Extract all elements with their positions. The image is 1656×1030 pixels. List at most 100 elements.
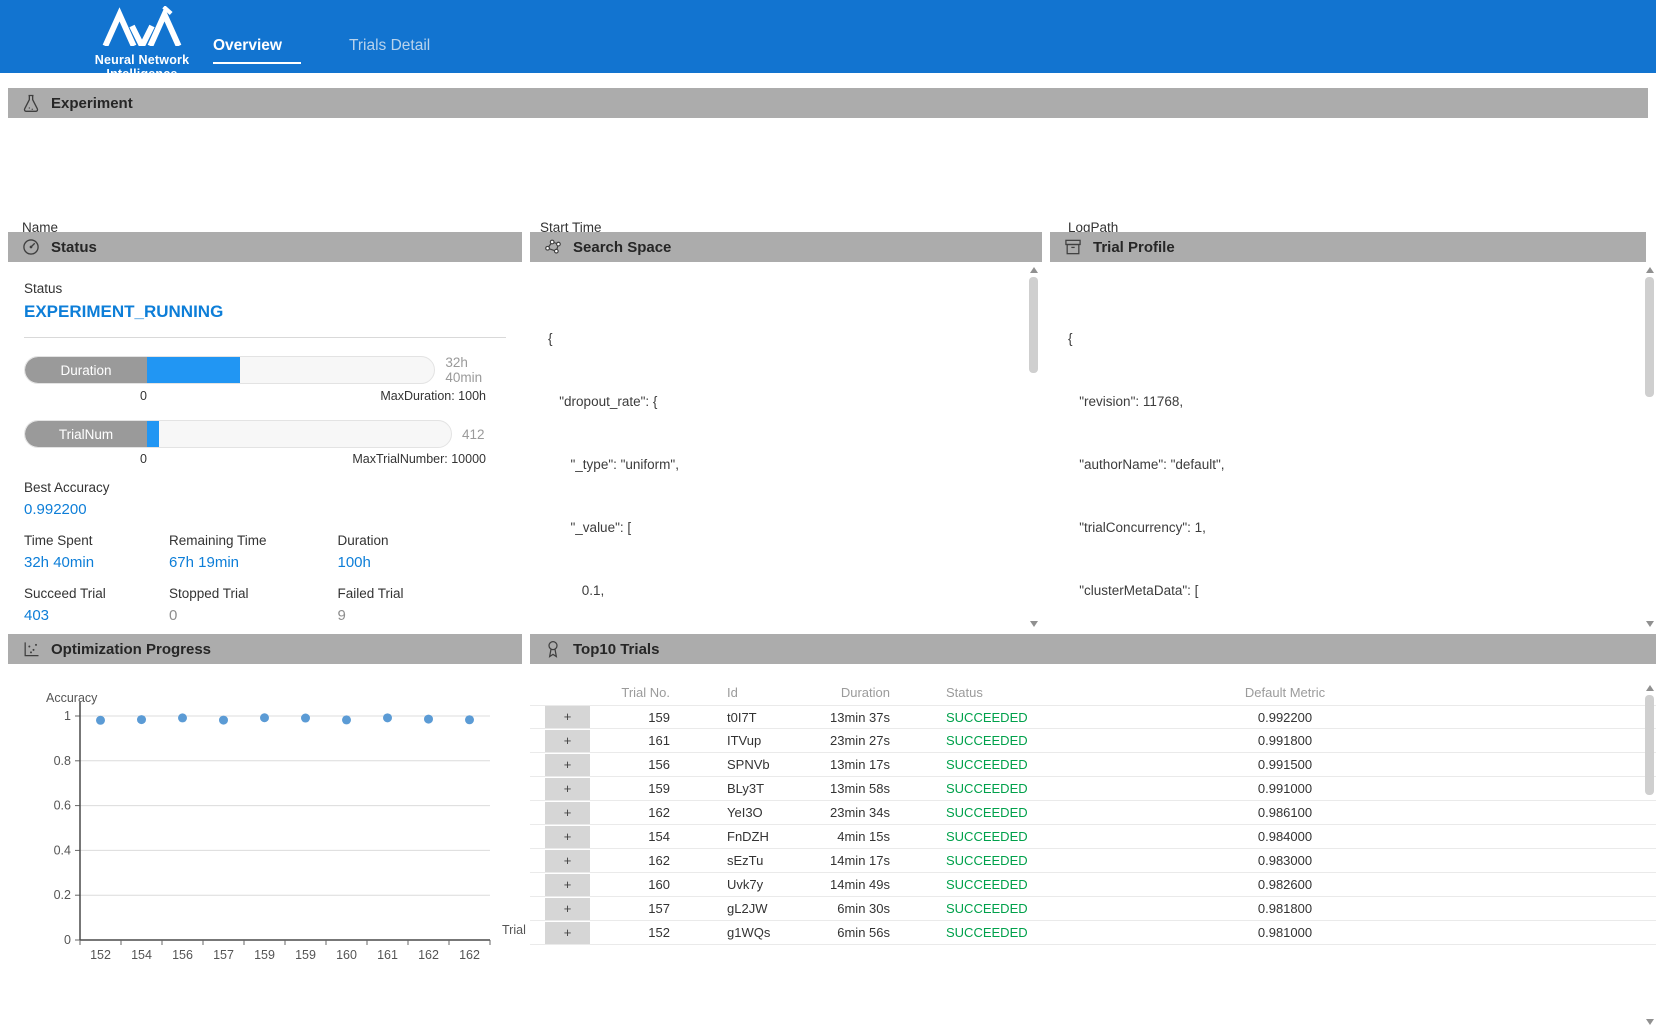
scroll-down-arrow-icon[interactable] (1646, 621, 1654, 627)
expand-row-button[interactable]: + (545, 898, 590, 920)
top10-trials-title: Top10 Trials (573, 641, 659, 658)
trial-id-cell: t0I7T (670, 710, 810, 725)
best-accuracy-label: Best Accuracy (24, 480, 506, 495)
trial-no-cell: 159 (590, 781, 670, 796)
scatter-chart-icon (21, 639, 41, 659)
best-accuracy-value: 0.992200 (24, 501, 506, 518)
medal-icon (543, 639, 563, 659)
status-cell: SUCCEEDED (890, 829, 1060, 844)
svg-text:Accuracy: Accuracy (46, 691, 98, 705)
optimization-scatter-chart: Accuracy00.20.40.60.81152154156157159159… (38, 688, 538, 988)
scale-min: 0 (140, 389, 147, 403)
stat-value: 67h 19min (169, 554, 338, 571)
trial-profile-title: Trial Profile (1093, 239, 1175, 256)
page-scrollbar-middle[interactable] (1644, 264, 1656, 630)
col-header-trial-no: Trial No. (590, 685, 670, 700)
scroll-up-arrow-icon[interactable] (1646, 685, 1654, 691)
status-title: Status (51, 239, 97, 256)
top10-trials-panel: Top10 Trials Trial No. Id Duration Statu… (530, 634, 1656, 1026)
expand-row-button[interactable]: + (545, 778, 590, 800)
metric-cell: 0.984000 (1060, 829, 1510, 844)
metric-cell: 0.981000 (1060, 925, 1510, 940)
duration-cell: 13min 58s (810, 781, 890, 796)
experiment-header: Experiment (8, 88, 1648, 118)
nni-logo-icon (82, 6, 202, 46)
duration-cell: 4min 15s (810, 829, 890, 844)
svg-text:Trial: Trial (502, 923, 526, 937)
scroll-down-arrow-icon[interactable] (1030, 621, 1038, 627)
scrollbar-thumb[interactable] (1645, 695, 1654, 795)
status-panel: Status Status EXPERIMENT_RUNNING Duratio… (8, 232, 522, 632)
duration-cell: 13min 17s (810, 757, 890, 772)
stat-value: 100h (337, 554, 506, 571)
stat-value: 403 (24, 607, 169, 624)
page-scrollbar-bottom[interactable] (1644, 682, 1656, 1028)
stats-row-2: Succeed Trial 403 Stopped Trial 0 Failed… (24, 586, 506, 624)
top10-trials-header: Top10 Trials (530, 634, 1656, 664)
trial-no-cell: 154 (590, 829, 670, 844)
trial-no-cell: 152 (590, 925, 670, 940)
stat-succeed-trial: Succeed Trial 403 (24, 586, 169, 624)
duration-progress-bar: Duration (24, 356, 435, 384)
svg-text:162: 162 (418, 948, 439, 962)
col-header-duration: Duration (810, 685, 890, 700)
trial-id-cell: ITVup (670, 733, 810, 748)
trial-id-cell: gL2JW (670, 901, 810, 916)
expand-row-button[interactable]: + (545, 802, 590, 824)
trial-no-cell: 161 (590, 733, 670, 748)
search-space-scrollbar[interactable] (1028, 264, 1040, 630)
metric-cell: 0.991500 (1060, 757, 1510, 772)
duration-scale: 0 MaxDuration: 100h (24, 389, 486, 403)
metric-cell: 0.986100 (1060, 805, 1510, 820)
search-space-body: { "dropout_rate": { "_type": "uniform", … (530, 262, 1042, 632)
col-header-id: Id (670, 685, 810, 700)
svg-text:152: 152 (90, 948, 111, 962)
divider (24, 337, 506, 338)
trialnum-progress-row: TrialNum 412 (24, 420, 506, 448)
code-line: 0.1, (548, 580, 679, 601)
stat-value: 32h 40min (24, 554, 169, 571)
svg-text:154: 154 (131, 948, 152, 962)
stat-label: Stopped Trial (169, 586, 338, 601)
col-header-status: Status (890, 685, 1060, 700)
top10-table: Trial No. Id Duration Status Default Met… (530, 664, 1656, 1026)
expand-row-button[interactable]: + (545, 874, 590, 896)
table-row: + 157 gL2JW 6min 30s SUCCEEDED 0.981800 (530, 897, 1656, 921)
duration-cell: 23min 27s (810, 733, 890, 748)
expand-row-button[interactable]: + (545, 850, 590, 872)
status-cell: SUCCEEDED (890, 733, 1060, 748)
top-navbar: Neural Network Intelligence Overview Tri… (0, 0, 1656, 73)
status-body: Status EXPERIMENT_RUNNING Duration 32h 4… (8, 262, 522, 632)
table-row: + 160 Uvk7y 14min 49s SUCCEEDED 0.982600 (530, 873, 1656, 897)
table-row: + 162 YeI3O 23min 34s SUCCEEDED 0.986100 (530, 801, 1656, 825)
svg-text:156: 156 (172, 948, 193, 962)
search-space-json: { "dropout_rate": { "_type": "uniform", … (548, 286, 679, 632)
trial-no-cell: 162 (590, 805, 670, 820)
expand-row-button[interactable]: + (545, 706, 590, 728)
scrollbar-thumb[interactable] (1029, 277, 1038, 373)
scroll-down-arrow-icon[interactable] (1646, 1019, 1654, 1025)
expand-row-button[interactable]: + (545, 754, 590, 776)
tab-trials-detail[interactable]: Trials Detail (349, 37, 430, 55)
scrollbar-thumb[interactable] (1645, 277, 1654, 397)
duration-cell: 14min 49s (810, 877, 890, 892)
expand-row-button[interactable]: + (545, 730, 590, 752)
code-line: "_type": "uniform", (548, 454, 679, 475)
expand-row-button[interactable]: + (545, 922, 590, 944)
trial-profile-body: { "revision": 11768, "authorName": "defa… (1050, 262, 1656, 632)
status-cell: SUCCEEDED (890, 781, 1060, 796)
trial-id-cell: BLy3T (670, 781, 810, 796)
search-space-header: Search Space (530, 232, 1042, 262)
tab-overview[interactable]: Overview (213, 37, 282, 55)
scale-min: 0 (140, 452, 147, 466)
stat-remaining-time: Remaining Time 67h 19min (169, 533, 338, 571)
stat-label: Remaining Time (169, 533, 338, 548)
stat-label: Time Spent (24, 533, 169, 548)
trial-id-cell: SPNVb (670, 757, 810, 772)
experiment-panel: Experiment Name example_mnist ID KCiBytK… (8, 88, 1648, 224)
scroll-up-arrow-icon[interactable] (1030, 267, 1038, 273)
stat-label: Failed Trial (337, 586, 506, 601)
expand-row-button[interactable]: + (545, 826, 590, 848)
trial-no-cell: 160 (590, 877, 670, 892)
scroll-up-arrow-icon[interactable] (1646, 267, 1654, 273)
